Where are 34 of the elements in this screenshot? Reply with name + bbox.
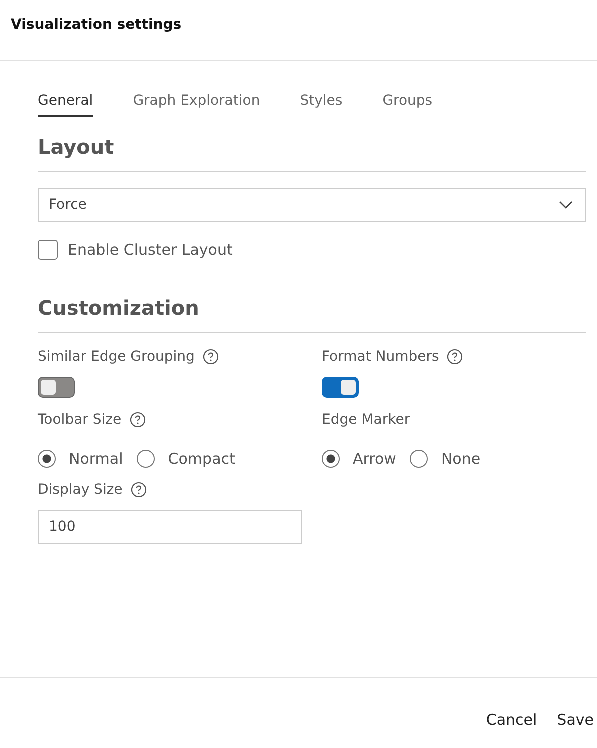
- footer-button[interactable]: Save: [557, 707, 594, 733]
- toggle-switch[interactable]: [38, 377, 75, 398]
- toggle-switch[interactable]: [322, 377, 359, 398]
- radio-button[interactable]: [410, 450, 428, 468]
- setting-label: Format Numbers: [322, 349, 440, 365]
- display-size-field[interactable]: 100: [38, 510, 302, 544]
- setting-label: Display Size: [38, 482, 123, 498]
- radio-label: Normal: [69, 450, 124, 468]
- tab[interactable]: General: [38, 93, 94, 117]
- radio-button[interactable]: [137, 450, 156, 468]
- footer-button[interactable]: Cancel: [486, 707, 538, 733]
- chevron-down-icon: [559, 201, 573, 209]
- section-heading: Layout: [38, 135, 116, 159]
- radio-label: None: [441, 450, 481, 468]
- tab[interactable]: Graph Exploration: [133, 93, 260, 117]
- dropdown-value: Force: [49, 197, 87, 213]
- dialog-title: Visualization settings: [11, 17, 182, 33]
- setting-label: Toolbar Size: [38, 412, 122, 428]
- radio-button[interactable]: [38, 450, 56, 468]
- tab[interactable]: Styles: [300, 93, 343, 117]
- radio-label: Compact: [168, 450, 236, 468]
- help-icon[interactable]: [130, 482, 147, 498]
- checkbox-label: Enable Cluster Layout: [68, 241, 233, 259]
- help-icon[interactable]: [447, 349, 464, 365]
- layout-dropdown[interactable]: Force: [38, 188, 586, 222]
- section-heading: Customization: [38, 296, 200, 320]
- help-icon[interactable]: [130, 412, 146, 428]
- help-icon[interactable]: [202, 349, 219, 365]
- checkbox[interactable]: [38, 240, 58, 260]
- radio-button[interactable]: [322, 450, 340, 468]
- radio-label: Arrow: [353, 450, 396, 468]
- tab[interactable]: Groups: [382, 93, 433, 117]
- setting-label: Similar Edge Grouping: [38, 349, 195, 365]
- setting-label: Edge Marker: [322, 412, 410, 428]
